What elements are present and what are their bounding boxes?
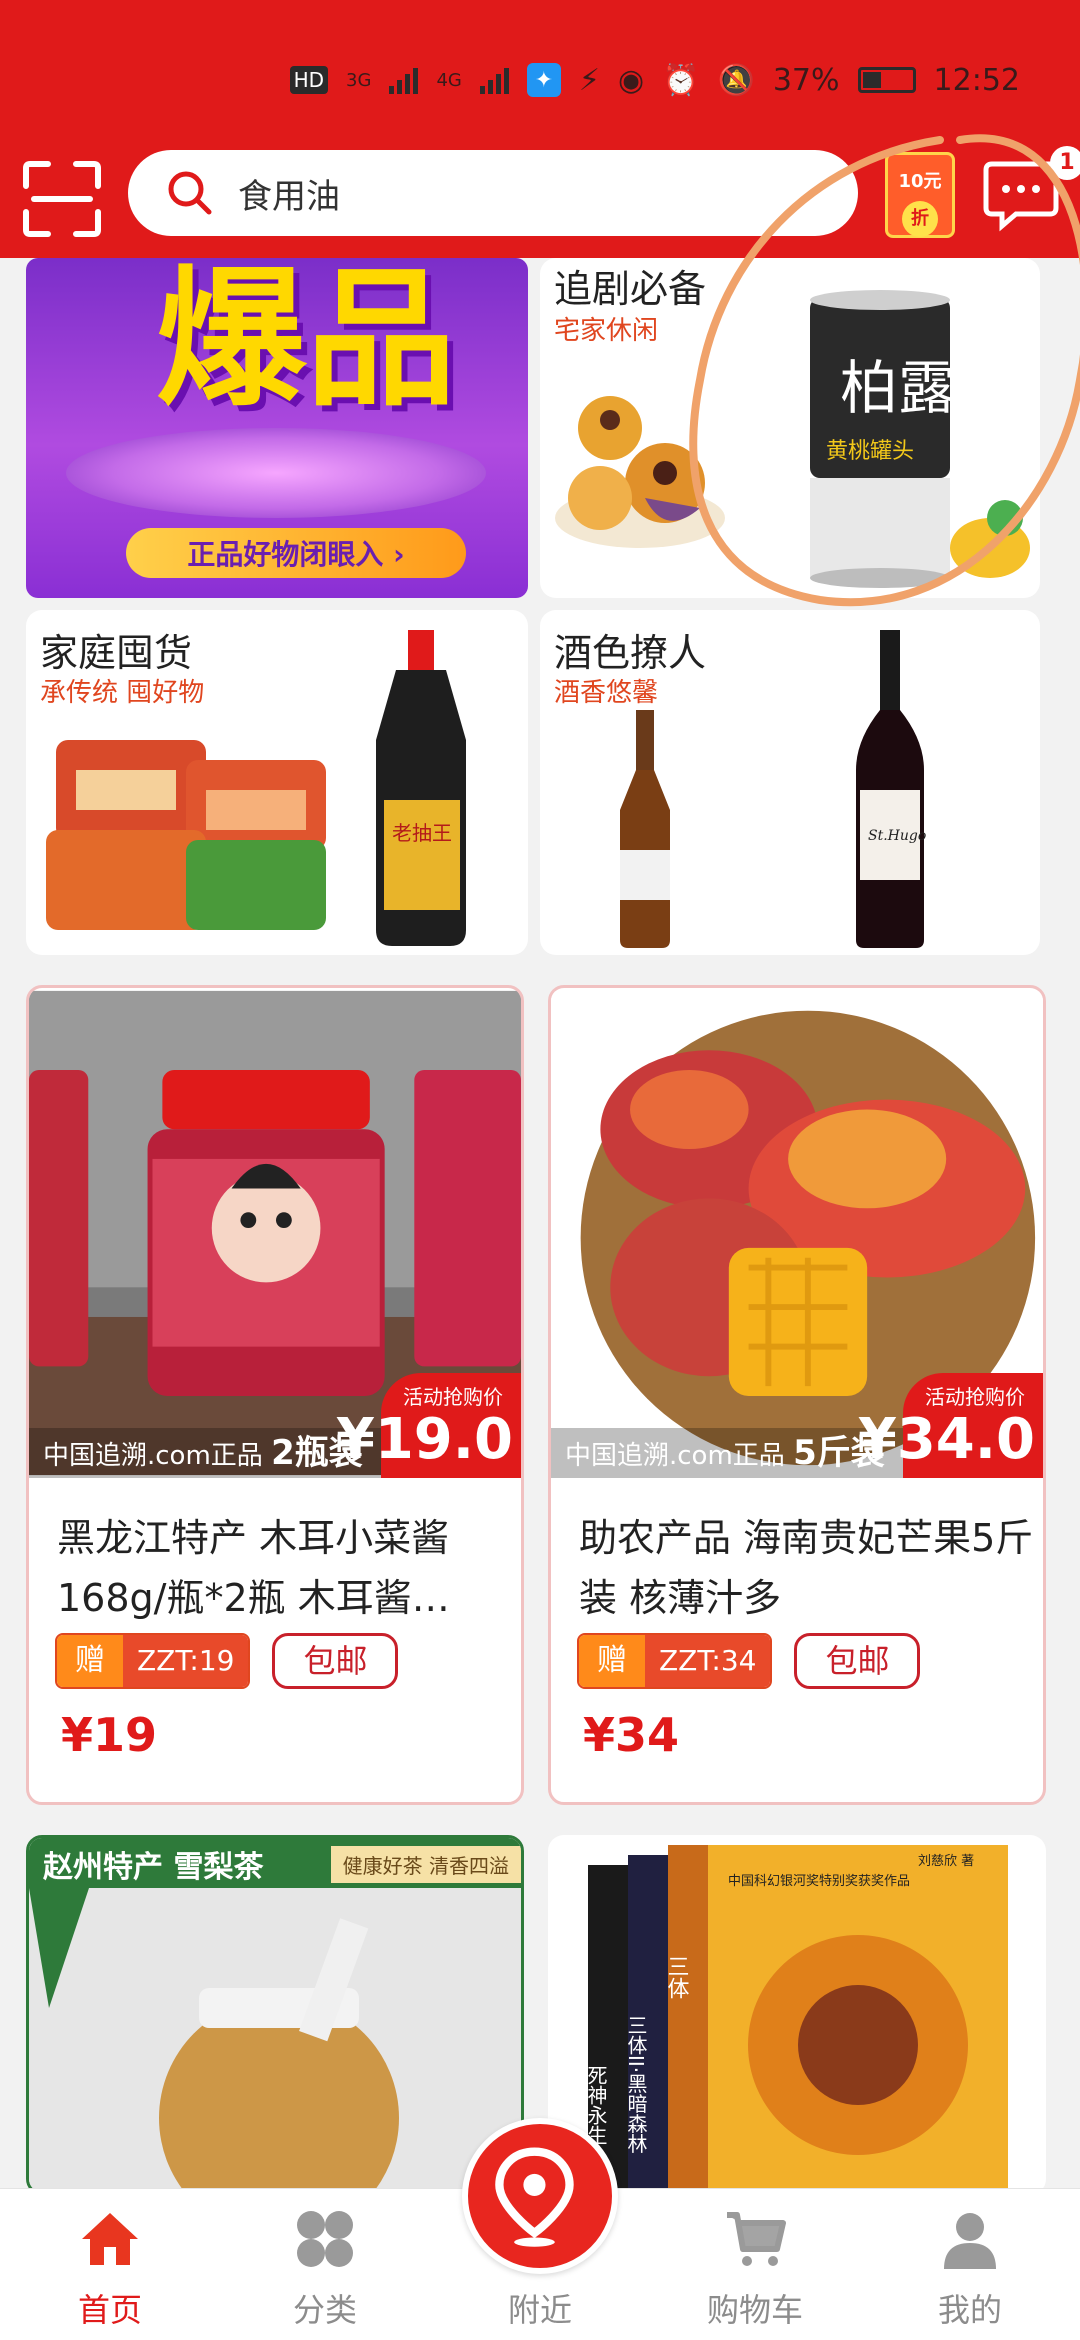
panel-family-stock[interactable]: 家庭囤货 承传统 囤好物 老抽王 [26,610,528,955]
gift-badge: 赠 ZZT:19 [55,1633,251,1689]
panel-wine[interactable]: 酒色撩人 酒香悠馨 St.Hugo [540,610,1040,955]
promo-label: 活动抢购价 [403,1385,503,1409]
nearby-fab-button[interactable] [462,2118,618,2274]
free-shipping-badge: 包邮 [272,1633,399,1689]
watermark-text: 中国追溯.com正品 [565,1441,785,1471]
gift-label: 赠 [57,1635,123,1687]
location-icon [495,2147,574,2247]
tea-title: 赵州特产 雪梨茶 [43,1850,264,1885]
search-icon [168,171,212,215]
category-icon [297,2211,353,2267]
hd-badge: HD [289,66,329,94]
product-card[interactable]: 中国追溯.com正品 2瓶装 活动抢购价 ¥19.0 黑龙江特产 木耳小菜酱16… [26,985,524,1805]
tea-image [29,1888,521,2192]
nfc-icon: ⚡ [578,62,600,98]
zzt-points: ZZT:34 [645,1635,771,1687]
panel-title: 家庭囤货 [40,631,193,675]
gift-badge: 赠 ZZT:34 [577,1633,773,1689]
promo-price: ¥19.0 [335,1407,513,1472]
product-price: ¥34 [583,1708,680,1762]
panel-subtitle: 宅家休闲 [554,316,659,346]
product-card[interactable]: 中国追溯.com正品 5斤装 活动抢购价 ¥34.0 助农产品 海南贵妃芒果5斤… [548,985,1046,1805]
user-icon [944,2213,996,2269]
scan-icon [23,161,101,237]
notification-app-icon: ✦ [526,63,561,97]
watermark-text: 中国追溯.com正品 [43,1441,263,1471]
clock: 12:52 [933,62,1020,98]
panel-title: 酒色撩人 [554,631,707,675]
instant-meal-image [46,740,326,930]
zzt-points: ZZT:19 [123,1635,249,1687]
product-name: 助农产品 海南贵妃芒果5斤装 核薄汁多 [579,1516,1034,1620]
nav-home[interactable]: 首页 [10,2189,210,2340]
product-tags: 赠 ZZT:19 包邮 [55,1633,399,1689]
svg-text:刘慈欣 著: 刘慈欣 著 [918,1854,974,1869]
svg-text:中国科幻银河奖特别奖获奖作品: 中国科幻银河奖特别奖获奖作品 [728,1874,910,1889]
product-card[interactable]: 死神永生 三体II·黑暗森林 三体 中国科幻银河奖特别奖获奖作品 刘慈欣 著 [548,1835,1046,2195]
nav-cart[interactable]: 购物车 [655,2189,855,2340]
nav-label: 附近 [507,2291,572,2329]
promo-price-flag: 活动抢购价 ¥19.0 [336,1373,521,1478]
promo-stage-graphic [66,428,486,518]
battery-icon [857,67,916,93]
tea-header: 赵州特产 雪梨茶 健康好茶 清香四溢 [29,1838,521,1888]
nav-category[interactable]: 分类 [225,2189,425,2340]
product-card[interactable]: 赵州特产 雪梨茶 健康好茶 清香四溢 [26,1835,524,2195]
promo-label: 活动抢购价 [925,1385,1025,1409]
promo-headline: 爆品 [156,258,457,427]
panel-subtitle: 承传统 囤好物 [40,678,205,708]
scan-button[interactable] [22,160,102,238]
promo-price: ¥34.0 [857,1407,1035,1472]
annotation-circle [689,134,1080,607]
eye-icon: ◉ [617,62,645,98]
signal-4g-label: 4G [436,69,462,91]
panel-subtitle: 酒香悠馨 [554,678,659,708]
beer-bottle-image [620,710,670,948]
tea-tagline: 健康好茶 清香四溢 [330,1846,521,1883]
svg-text:St.Hugo: St.Hugo [868,828,926,844]
mute-icon: 🔕 [717,62,755,98]
svg-text:三体: 三体 [664,1955,690,1999]
status-bar: HD 3G 4G ✦ ⚡ ◉ ⏰ 🔕 37% 12:52 [289,55,1020,105]
promo-tagline: 正品好物闭眼入 › [126,528,466,578]
signal-3g-label: 3G [346,69,372,91]
nav-label: 分类 [292,2291,357,2329]
book-cover-image: 死神永生 三体II·黑暗森林 三体 中国科幻银河奖特别奖获奖作品 刘慈欣 著 [588,1845,1008,2195]
free-shipping-badge: 包邮 [794,1633,921,1689]
product-tags: 赠 ZZT:34 包邮 [577,1633,921,1689]
svg-text:老抽王: 老抽王 [392,821,452,845]
nav-label: 购物车 [706,2291,803,2329]
search-placeholder[interactable]: 食用油 [238,169,340,218]
soy-sauce-image: 老抽王 [376,630,466,946]
product-name: 黑龙江特产 木耳小菜酱168g/瓶*2瓶 木耳酱… [57,1516,450,1620]
gift-label: 赠 [579,1635,645,1687]
wine-bottle-image: St.Hugo [856,630,926,948]
signal-bars-2-icon [479,66,509,94]
nav-label: 我的 [937,2291,1002,2329]
promo-price-flag: 活动抢购价 ¥34.0 [858,1373,1043,1478]
home-icon [82,2213,138,2265]
battery-percent: 37% [772,62,840,98]
svg-text:三体II·黑暗森林: 三体II·黑暗森林 [624,2015,648,2153]
nav-label: 首页 [77,2291,142,2329]
promo-banner[interactable]: 爆品 正品好物闭眼入 › [26,258,528,598]
nav-profile[interactable]: 我的 [870,2189,1070,2340]
signal-bars-icon [389,66,419,94]
product-price: ¥19 [61,1708,158,1762]
alarm-icon: ⏰ [662,62,700,98]
cart-icon [727,2212,786,2266]
